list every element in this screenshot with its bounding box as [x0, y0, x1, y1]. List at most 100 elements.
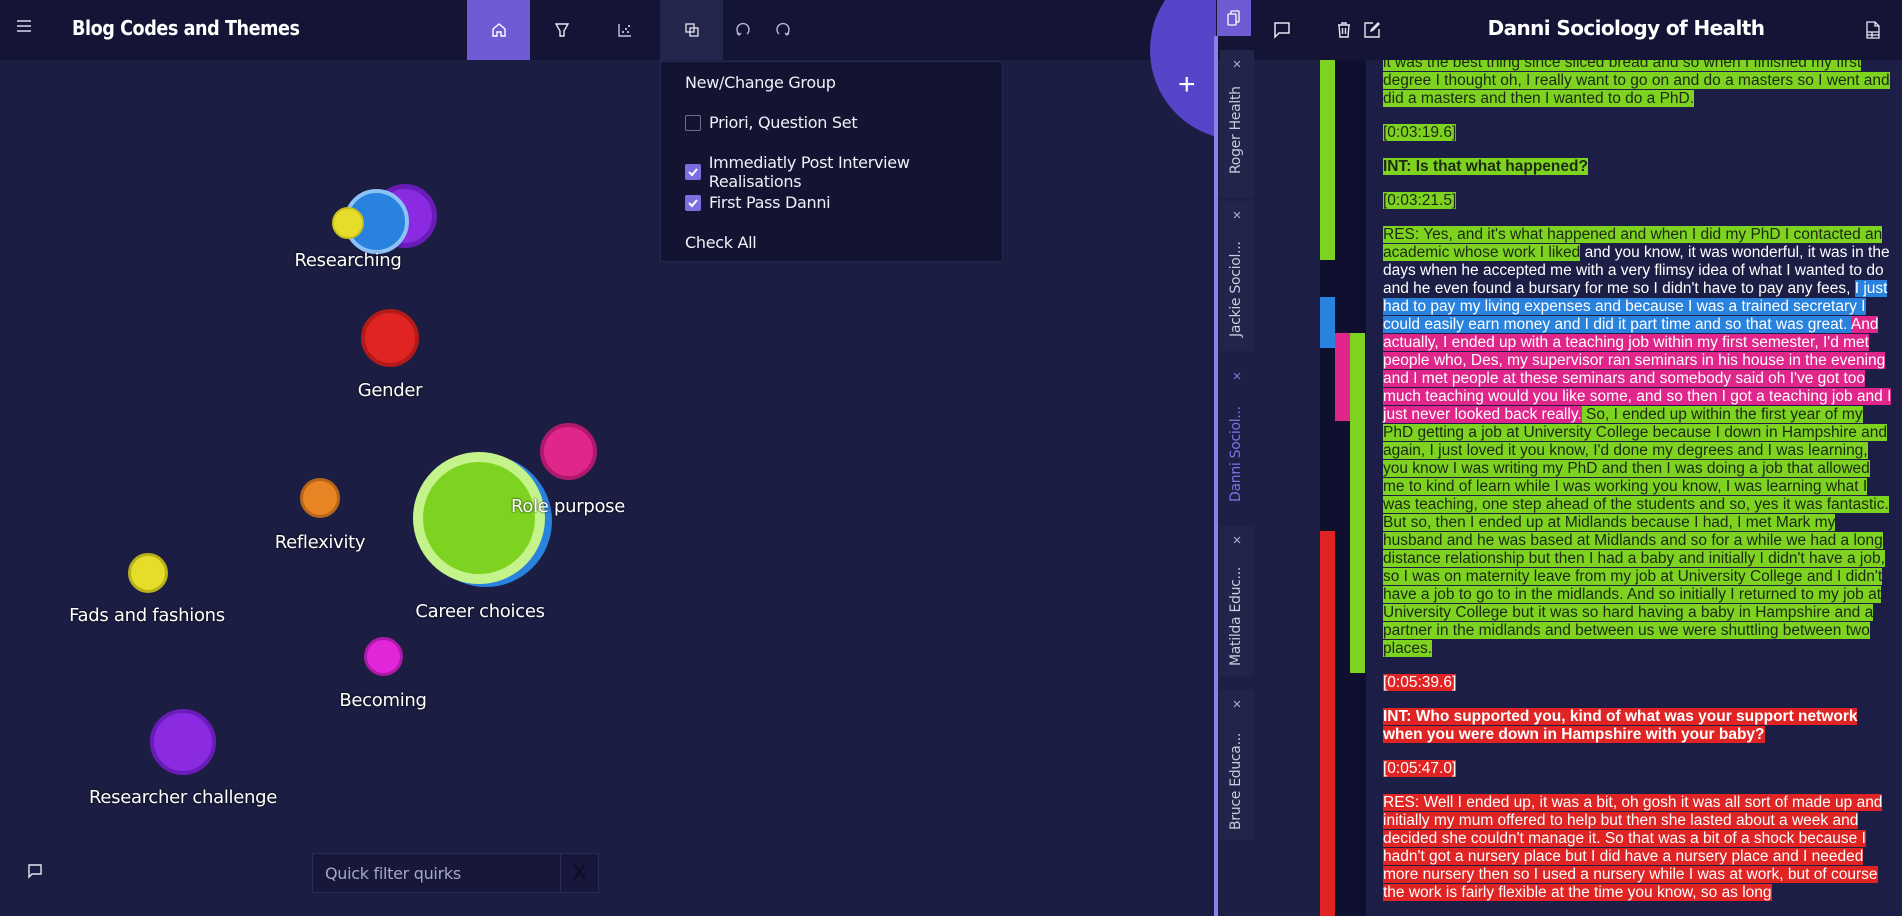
code-strip-career-choices[interactable]	[1320, 60, 1335, 260]
checkbox[interactable]	[685, 114, 701, 131]
check-icon	[688, 168, 698, 177]
bubble-label-reflexivity: Reflexivity	[274, 532, 366, 553]
copy-icon	[1227, 10, 1240, 26]
undo-button[interactable]	[731, 18, 755, 42]
new-change-group-item[interactable]: New/Change Group	[685, 73, 836, 92]
redo-button[interactable]	[771, 18, 795, 42]
document-icon	[1866, 21, 1880, 39]
doc-tab-matilda[interactable]: × Matilda Educ...	[1220, 526, 1254, 676]
transcript-paragraph[interactable]: INT: Who supported you, kind of what was…	[1383, 708, 1893, 744]
coded-segment-red[interactable]: INT: Who supported you, kind of what was…	[1383, 708, 1858, 743]
panel-resize-handle[interactable]	[1214, 36, 1218, 916]
delete-button[interactable]	[1332, 18, 1356, 42]
bubble-label-gender: Gender	[357, 380, 423, 401]
bubble-gender[interactable]	[361, 309, 419, 367]
chart-button[interactable]	[593, 0, 656, 60]
transcript-paragraph[interactable]: [0:03:19.6]	[1383, 124, 1893, 142]
bubble-label-becoming: Becoming	[339, 690, 427, 711]
trash-icon	[1338, 22, 1350, 38]
code-bubble-canvas[interactable]: Researching Gender Reflexivity Role purp…	[0, 60, 1216, 916]
transcript-paragraph[interactable]: RES: Well I ended up, it was a bit, oh g…	[1383, 794, 1893, 902]
main-toolbar: Blog Codes and Themes	[0, 0, 1216, 60]
close-icon[interactable]: ×	[1220, 56, 1254, 73]
bubble-label-role-purpose: Role purpose	[510, 496, 626, 517]
coded-segment-green[interactable]: [0:03:21.5]	[1383, 192, 1457, 209]
coded-segment-green[interactable]: [0:03:19.6]	[1383, 124, 1457, 141]
transcript-paragraph[interactable]: [0:05:39.6]	[1383, 674, 1893, 692]
group-option-immediately-post[interactable]: Immediatly Post Interview Realisations	[685, 153, 1002, 191]
group-dropdown-menu: New/Change Group Priori, Question Set Im…	[660, 61, 1003, 262]
bubble-label-fads-and-fashions: Fads and fashions	[69, 605, 225, 626]
transcript-paragraph[interactable]: INT: Is that what happened?	[1383, 158, 1893, 176]
close-icon[interactable]: ×	[1220, 696, 1254, 713]
plus-icon: +	[1178, 68, 1196, 101]
bubble-reflexivity[interactable]	[300, 478, 340, 518]
transcript-text[interactable]: it was the best thing since sliced bread…	[1383, 60, 1893, 916]
document-info-button[interactable]	[1861, 18, 1885, 42]
coded-segment-green[interactable]: So, I ended up within the first year of …	[1383, 406, 1889, 657]
comment-button[interactable]	[26, 862, 46, 882]
doc-tab-roger-health[interactable]: × Roger Health	[1220, 50, 1254, 198]
group-option-priori[interactable]: Priori, Question Set	[685, 113, 858, 132]
bubble-label-career-choices: Career choices	[415, 601, 545, 622]
coded-segment-red[interactable]: [0:05:39.6]	[1383, 674, 1457, 691]
bubble-becoming[interactable]	[364, 637, 403, 676]
menu-icon	[17, 20, 31, 32]
document-comment-button[interactable]	[1270, 18, 1294, 42]
hamburger-menu-button[interactable]	[12, 16, 36, 40]
bubble-researching-yellow[interactable]	[332, 207, 364, 239]
coded-segment-green[interactable]: it was the best thing since sliced bread…	[1383, 60, 1890, 107]
home-icon	[491, 23, 506, 37]
filter-icon	[554, 23, 569, 37]
undo-icon	[736, 22, 750, 36]
edit-button[interactable]	[1360, 18, 1384, 42]
group-option-label: First Pass Danni	[709, 193, 831, 212]
document-title: Danni Sociology of Health	[1487, 16, 1765, 40]
doc-tab-label: Matilda Educ...	[1228, 567, 1244, 666]
bubble-career-choices[interactable]	[413, 452, 545, 584]
app-title: Blog Codes and Themes	[72, 16, 300, 40]
code-strips	[1320, 60, 1366, 916]
redo-icon	[776, 22, 790, 36]
close-icon[interactable]: ×	[1220, 532, 1254, 549]
quick-filter: X	[312, 853, 599, 893]
home-button[interactable]	[467, 0, 530, 60]
quick-filter-clear-button[interactable]: X	[560, 854, 598, 892]
groups-button[interactable]	[660, 0, 723, 60]
comment-icon	[1274, 22, 1290, 39]
check-all-item[interactable]: Check All	[685, 233, 757, 252]
bubble-label-researcher-challenge: Researcher challenge	[88, 787, 278, 808]
margin-area	[1256, 60, 1320, 916]
code-strip-role-purpose[interactable]	[1335, 333, 1350, 421]
doc-tab-jackie[interactable]: × Jackie Sociol...	[1220, 201, 1254, 351]
coded-segment-red[interactable]: [0:05:47.0]	[1383, 760, 1457, 777]
close-icon[interactable]: ×	[1220, 207, 1254, 224]
coded-segment-green[interactable]: INT: Is that what happened?	[1383, 158, 1588, 175]
filter-button[interactable]	[530, 0, 593, 60]
close-icon[interactable]: ×	[1220, 368, 1254, 385]
comment-icon	[28, 864, 42, 879]
bubble-label-researching: Researching	[294, 250, 402, 271]
scatter-chart-icon	[617, 24, 631, 37]
group-option-first-pass[interactable]: First Pass Danni	[685, 193, 831, 212]
doc-tab-danni[interactable]: × Danni Sociol...	[1220, 362, 1254, 512]
coded-segment-red[interactable]: RES: Well I ended up, it was a bit, oh g…	[1383, 794, 1883, 901]
doc-tab-bruce[interactable]: × Bruce Educa...	[1220, 690, 1254, 840]
bubble-fads-and-fashions[interactable]	[128, 553, 168, 593]
checkbox-checked[interactable]	[685, 164, 701, 180]
checkbox-checked[interactable]	[685, 194, 701, 211]
doc-tab-label: Jackie Sociol...	[1228, 241, 1244, 337]
transcript-paragraph[interactable]: [0:03:21.5]	[1383, 192, 1893, 210]
code-strip-researching[interactable]	[1320, 297, 1335, 348]
copy-view-button[interactable]	[1217, 0, 1251, 36]
code-strip-gender[interactable]	[1320, 531, 1335, 916]
bubble-researcher-challenge[interactable]	[150, 709, 216, 775]
transcript-paragraph[interactable]: [0:05:47.0]	[1383, 760, 1893, 778]
document-viewer[interactable]: it was the best thing since sliced bread…	[1366, 60, 1902, 916]
transcript-paragraph[interactable]: RES: Yes, and it's what happened and whe…	[1383, 226, 1893, 658]
transcript-paragraph[interactable]: it was the best thing since sliced bread…	[1383, 60, 1893, 108]
bubble-role-purpose[interactable]	[540, 423, 597, 480]
doc-tab-label: Danni Sociol...	[1228, 406, 1244, 502]
code-strip-career-choices-2[interactable]	[1350, 333, 1365, 673]
quick-filter-input[interactable]	[313, 854, 561, 892]
